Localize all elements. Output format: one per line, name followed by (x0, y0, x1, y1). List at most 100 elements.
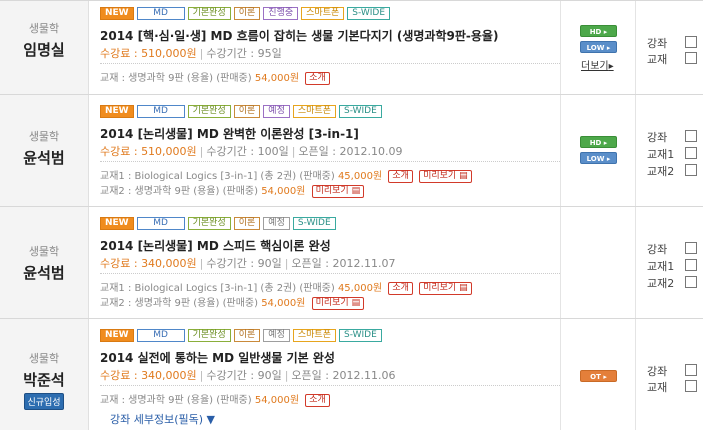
subject-label: 생물학 (28, 352, 60, 365)
open-date: 오픈일 : 2012.11.07 (291, 257, 396, 270)
preview-button[interactable]: 미리보기 ▤ (311, 297, 365, 310)
tag-theory: 이론 (233, 7, 261, 20)
course-price-line: 수강료 : 340,000원 | 수강기간 : 90일 | 오픈일 : 2012.11.… (100, 257, 396, 270)
period: 수강기간 : 95일 (206, 47, 282, 60)
tag-status: 진행중 (263, 7, 299, 20)
checkbox[interactable] (685, 276, 697, 288)
check-lecture[interactable]: 강좌 (647, 241, 697, 256)
cart-checks: 강좌 교재1 교재2 (637, 95, 703, 206)
course-title[interactable]: 2014 [논리생물] MD 스피드 핵심이론 완성 (100, 237, 331, 254)
teacher-cell: 생물학 박준석 신규입성 (0, 319, 89, 430)
checkbox[interactable] (685, 36, 697, 48)
intro-button[interactable]: 소개 (305, 394, 330, 407)
course-row: 생물학 윤석범 NEW MD 기본완성 이론 예정 스마트폰 S-WIDE 2014 [논리… (0, 95, 703, 207)
intro-button[interactable]: 소개 (305, 72, 330, 85)
tag-new: NEW (100, 7, 134, 20)
check-book2[interactable]: 교재2 (647, 275, 697, 290)
course-title[interactable]: 2014 [핵·심·일·생] MD 흐름이 잡히는 생물 기본다지기 (생명과학… (100, 27, 498, 44)
check-book[interactable]: 교재 (647, 379, 697, 394)
price-value: 510,000원 (141, 47, 197, 60)
preview-button[interactable]: 미리보기 ▤ (419, 282, 472, 295)
cart-checks: 강좌 교재 (637, 319, 703, 430)
check-book[interactable]: 교재 (647, 51, 697, 66)
check-book1[interactable]: 교재1 (647, 258, 697, 273)
check-lecture[interactable]: 강좌 (647, 129, 697, 144)
more-link[interactable]: 더보기▸ (581, 57, 614, 72)
check-book1[interactable]: 교재1 (647, 146, 697, 161)
low-button[interactable]: LOW ▸ (580, 152, 617, 164)
price-value: 340,000원 (141, 369, 197, 382)
ot-button[interactable]: OT ▸ (580, 370, 617, 382)
checkbox[interactable] (685, 130, 697, 142)
tag-md: MD (136, 7, 185, 20)
open-date: 오픈일 : 2012.10.09 (298, 145, 403, 158)
course-detail-link[interactable]: 강좌 세부정보(필독) ▼ (110, 411, 215, 427)
hd-button[interactable]: HD ▸ (580, 136, 617, 148)
book-label: 교재2 : 생명과학 9판 (용율) (판매중) (100, 186, 258, 197)
tag-list: NEW MD 기본완성 이론 예정 S-WIDE (100, 217, 339, 231)
book-line: 교재2 : 생명과학 9판 (용율) (판매중) 54,000원 미리보기 ▤ (100, 182, 365, 198)
tag-status: 예정 (263, 329, 290, 342)
checkbox[interactable] (685, 380, 697, 392)
intro-button[interactable]: 소개 (388, 282, 413, 295)
book-price: 54,000원 (261, 186, 306, 197)
play-buttons: OT ▸ (560, 319, 636, 430)
course-title[interactable]: 2014 [논리생물] MD 완벽한 이론완성 [3-in-1] (100, 125, 359, 142)
subject-label: 생물학 (28, 22, 60, 35)
course-info: NEW MD 기본완성 이론 예정 스마트폰 S-WIDE 2014 [논리생물] MD 완… (100, 95, 560, 206)
course-row: 생물학 박준석 신규입성 NEW MD 기본완성 이론 예정 스마트폰 S-WIDE 201… (0, 319, 703, 430)
book-line: 교재1 : Biological Logics [3-in-1] (총 2권) … (100, 167, 472, 183)
teacher-name[interactable]: 임명실 (0, 39, 88, 60)
course-info: NEW MD 기본완성 이론 예정 스마트폰 S-WIDE 2014 실전에 통하는 MD … (100, 319, 560, 430)
teacher-name[interactable]: 박준석 (0, 369, 88, 390)
price-label: 수강료 : (100, 145, 138, 158)
teacher-name[interactable]: 윤석범 (0, 262, 88, 283)
book-label: 교재1 : Biological Logics [3-in-1] (총 2권) … (100, 171, 335, 182)
checkbox[interactable] (685, 164, 697, 176)
subject-label: 생물학 (28, 130, 60, 143)
tag-new: NEW (100, 105, 134, 118)
low-button[interactable]: LOW ▸ (580, 41, 617, 53)
checkbox[interactable] (685, 147, 697, 159)
book-price: 45,000원 (337, 171, 383, 182)
tag-md: MD (136, 329, 185, 342)
tag-theory: 이론 (233, 329, 261, 342)
check-lecture[interactable]: 강좌 (647, 35, 697, 50)
checkbox[interactable] (685, 259, 697, 271)
checkbox[interactable] (685, 52, 697, 64)
check-lecture[interactable]: 강좌 (647, 363, 697, 378)
tag-basic: 기본완성 (187, 105, 231, 118)
course-price-line: 수강료 : 340,000원 | 수강기간 : 90일 | 오픈일 : 2012.11.… (100, 369, 396, 382)
book-line: 교재2 : 생명과학 9판 (용율) (판매중) 54,000원 미리보기 ▤ (100, 294, 365, 310)
intro-button[interactable]: 소개 (388, 170, 413, 183)
price-value: 510,000원 (141, 145, 197, 158)
check-book2[interactable]: 교재2 (647, 163, 697, 178)
period: 수강기간 : 100일 (206, 145, 289, 158)
checkbox[interactable] (685, 364, 697, 376)
tag-list: NEW MD 기본완성 이론 진행중 스마트폰 S-WIDE (100, 7, 393, 21)
tag-theory: 이론 (233, 217, 261, 230)
book-label: 교재1 : Biological Logics [3-in-1] (총 2권) … (100, 283, 335, 294)
tag-swide: S-WIDE (338, 105, 382, 118)
tag-status: 예정 (263, 217, 290, 230)
course-title[interactable]: 2014 실전에 통하는 MD 일반생물 기본 완성 (100, 349, 335, 366)
tag-theory: 이론 (233, 105, 261, 118)
book-price: 54,000원 (254, 73, 300, 84)
tag-smartphone: 스마트폰 (292, 105, 336, 118)
tag-swide: S-WIDE (338, 329, 382, 342)
book-line: 교재 : 생명과학 9판 (용율) (판매중) 54,000원 소개 (100, 391, 330, 407)
book-price: 45,000원 (337, 283, 383, 294)
cart-checks: 강좌 교재1 교재2 (637, 207, 703, 318)
preview-button[interactable]: 미리보기 ▤ (311, 185, 365, 198)
open-date: 오픈일 : 2012.11.06 (291, 369, 396, 382)
play-buttons (560, 207, 636, 318)
checkbox[interactable] (685, 242, 697, 254)
preview-button[interactable]: 미리보기 ▤ (419, 170, 472, 183)
tag-swide: S-WIDE (292, 217, 336, 230)
price-label: 수강료 : (100, 47, 138, 60)
teacher-cell: 생물학 임명실 (0, 1, 89, 94)
hd-button[interactable]: HD ▸ (580, 25, 617, 37)
price-label: 수강료 : (100, 257, 138, 270)
tag-swide: S-WIDE (347, 7, 391, 20)
teacher-name[interactable]: 윤석범 (0, 147, 88, 168)
